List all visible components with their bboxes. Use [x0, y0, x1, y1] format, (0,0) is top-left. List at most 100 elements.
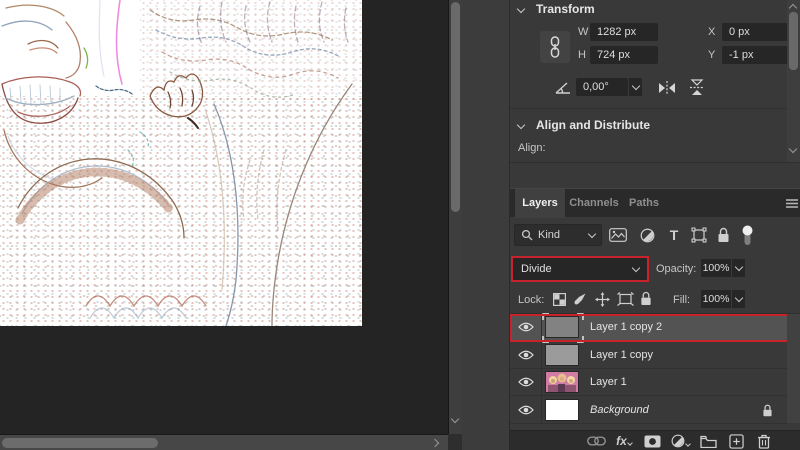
transform-title: Transform — [536, 2, 595, 16]
panel-menu-icon[interactable] — [786, 199, 798, 208]
width-field[interactable]: 1282 px — [590, 23, 658, 41]
rotation-control[interactable]: 0,00° — [576, 78, 642, 96]
filter-kind-dropdown[interactable]: Kind — [514, 224, 602, 246]
layer-name[interactable]: Background — [590, 404, 649, 416]
filter-smart-objects-button[interactable] — [713, 227, 733, 243]
visibility-toggle[interactable] — [510, 368, 542, 396]
new-adjustment-layer-button[interactable] — [668, 432, 692, 450]
lock-all-button[interactable] — [638, 290, 654, 307]
lock-transparency-button[interactable] — [550, 292, 568, 307]
fill-dropdown-icon[interactable] — [731, 290, 745, 308]
blend-mode-dropdown[interactable]: Divide — [513, 258, 647, 280]
layer-style-button[interactable]: fx — [612, 432, 636, 450]
padlock-icon — [718, 227, 728, 242]
scroll-down-icon[interactable] — [450, 414, 460, 424]
layer-thumbnail[interactable] — [542, 313, 584, 343]
constrain-proportions-button[interactable] — [540, 31, 570, 63]
move-icon — [594, 291, 610, 307]
visibility-toggle[interactable] — [510, 313, 542, 341]
scroll-down-icon[interactable] — [788, 144, 798, 154]
angle-icon — [555, 82, 570, 94]
width-label: W — [578, 26, 589, 38]
fill-label: Fill: — [673, 294, 691, 306]
layer-row-layer1copy[interactable]: Layer 1 copy — [510, 341, 787, 369]
filter-adjustment-layers-button[interactable] — [637, 227, 657, 243]
lock-image-button[interactable] — [571, 291, 589, 307]
document-canvas-area[interactable] — [0, 0, 462, 450]
canvas-image[interactable] — [0, 0, 362, 326]
delete-layer-button[interactable] — [752, 432, 776, 450]
link-layers-icon — [586, 436, 606, 446]
canvas-vertical-scrollbar[interactable] — [448, 0, 462, 434]
flip-horizontal-button[interactable] — [656, 78, 678, 97]
canvas-horizontal-scrollbar-thumb[interactable] — [2, 438, 158, 448]
y-label: Y — [708, 49, 716, 61]
y-field[interactable]: -1 px — [722, 46, 790, 64]
blend-mode-highlight-box: Divide — [511, 256, 649, 282]
properties-scrollbar[interactable] — [787, 0, 800, 162]
flip-horizontal-icon — [659, 80, 675, 95]
filter-toggle-button[interactable] — [738, 224, 756, 246]
height-field[interactable]: 724 px — [590, 46, 658, 64]
tab-paths[interactable]: Paths — [624, 189, 664, 218]
align-collapse-icon[interactable] — [516, 120, 526, 130]
transform-collapse-icon[interactable] — [516, 4, 526, 14]
canvas-horizontal-scrollbar[interactable] — [0, 434, 448, 450]
link-layers-button[interactable] — [584, 432, 608, 450]
eye-icon — [517, 350, 534, 360]
layer-row-background[interactable]: Background — [510, 396, 787, 424]
layer-name[interactable]: Layer 1 — [590, 376, 627, 388]
canvas-vertical-scrollbar-thumb[interactable] — [451, 2, 460, 212]
rotation-field: 0,00° — [576, 78, 628, 96]
layers-list-scrollbar[interactable] — [787, 314, 800, 423]
lock-artboard-button[interactable] — [615, 291, 635, 307]
filter-pixel-layers-button[interactable] — [608, 227, 628, 243]
flip-vertical-button[interactable] — [686, 78, 708, 97]
tab-channels[interactable]: Channels — [568, 189, 620, 218]
lock-label: Lock: — [518, 294, 545, 306]
eye-icon — [517, 405, 534, 414]
add-layer-mask-button[interactable] — [640, 432, 664, 450]
right-panel-dock: Transform W 1282 px X 0 px H 724 px Y -1… — [510, 0, 800, 450]
blend-mode-value: Divide — [521, 263, 552, 275]
fill-value: 100% — [701, 290, 731, 308]
new-layer-button[interactable] — [724, 432, 748, 450]
layer-thumbnail[interactable] — [545, 398, 579, 421]
layer-row-layer1[interactable]: Layer 1 — [510, 368, 787, 396]
scroll-up-icon[interactable] — [788, 3, 798, 13]
image-icon — [609, 228, 627, 242]
visibility-toggle[interactable] — [510, 341, 542, 369]
section-divider — [510, 108, 787, 109]
eye-icon — [517, 377, 534, 387]
panel-divider — [510, 162, 800, 163]
x-label: X — [708, 26, 716, 38]
layer-name[interactable]: Layer 1 copy — [590, 349, 653, 361]
height-label: H — [578, 49, 586, 61]
scroll-right-icon[interactable] — [430, 438, 440, 448]
layer-name[interactable]: Layer 1 copy 2 — [590, 321, 662, 333]
layer-row-layer1copy2[interactable]: Layer 1 copy 2 — [510, 313, 787, 343]
filter-type-layers-button[interactable]: T — [665, 226, 683, 243]
photoshop-window: Transform W 1282 px X 0 px H 724 px Y -1… — [0, 0, 800, 450]
filter-kind-label: Kind — [538, 229, 561, 241]
properties-scrollbar-thumb[interactable] — [789, 12, 798, 70]
layers-panel-footer: fx — [510, 430, 800, 450]
visibility-toggle[interactable] — [510, 396, 542, 423]
folder-icon — [699, 435, 717, 448]
lock-position-button[interactable] — [592, 291, 612, 307]
filter-shape-layers-button[interactable] — [689, 227, 709, 243]
rotation-dropdown-icon[interactable] — [628, 78, 642, 96]
opacity-dropdown-icon[interactable] — [731, 259, 745, 277]
opacity-control[interactable]: 100% — [701, 259, 745, 277]
x-field[interactable]: 0 px — [722, 23, 790, 41]
layer-thumbnail[interactable] — [545, 344, 579, 366]
layer-thumbnail-photo[interactable] — [545, 371, 579, 393]
tab-layers[interactable]: Layers — [515, 189, 565, 218]
flip-vertical-icon — [690, 79, 704, 95]
eye-icon — [517, 322, 534, 332]
fill-control[interactable]: 100% — [701, 290, 745, 308]
link-icon — [550, 36, 560, 58]
checkerboard-icon — [552, 293, 566, 306]
new-group-button[interactable] — [696, 432, 720, 450]
brush-icon — [574, 293, 586, 305]
